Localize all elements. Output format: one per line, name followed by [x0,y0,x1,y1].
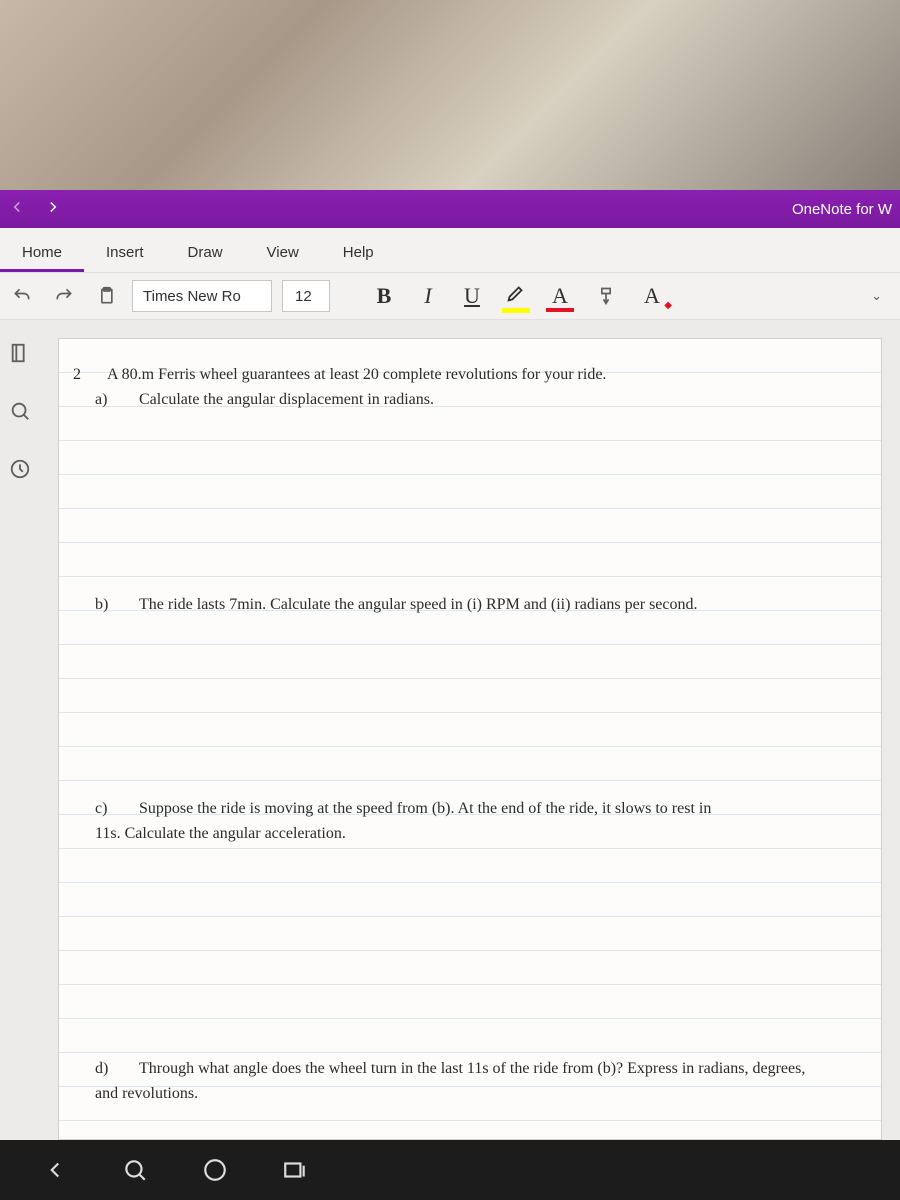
question-2c: c) Suppose the ride is moving at the spe… [95,797,851,847]
q2d-line1: Through what angle does the wheel turn i… [139,1057,805,1082]
bold-button[interactable]: B [370,283,398,309]
tab-help[interactable]: Help [321,234,396,272]
tab-home[interactable]: Home [0,234,84,272]
taskbar-search-icon[interactable] [120,1155,150,1185]
part-c-label: c) [95,797,119,822]
diamond-icon: ◆ [664,300,672,311]
cortana-icon[interactable] [200,1155,230,1185]
tab-view[interactable]: View [245,234,321,272]
taskview-icon[interactable] [280,1155,310,1185]
font-color-label: A [552,283,568,308]
font-name-select[interactable]: Times New Ro [132,280,272,312]
question-2d: d) Through what angle does the wheel tur… [95,1057,851,1107]
formatting-toolbar: Times New Ro 12 B I U A A ◆ ⌄ [0,272,900,320]
part-d-label: d) [95,1057,119,1082]
document-page[interactable]: 2 A 80.m Ferris wheel guarantees at leas… [58,338,882,1140]
format-painter-button[interactable] [590,280,622,312]
notebooks-icon[interactable] [7,340,33,366]
q2a-line2: Calculate the angular displacement in ra… [139,388,434,413]
question-2a: 2 A 80.m Ferris wheel guarantees at leas… [95,363,851,413]
italic-button[interactable]: I [414,283,442,309]
navigation-rail [0,320,40,1140]
back-nav-icon[interactable] [40,1155,70,1185]
search-icon[interactable] [7,398,33,424]
undo-button[interactable] [6,280,38,312]
question-2b: b) The ride lasts 7min. Calculate the an… [95,593,851,618]
q2b-text: The ride lasts 7min. Calculate the angul… [139,593,698,618]
clear-formatting-button[interactable]: A ◆ [638,283,666,309]
clipboard-button[interactable] [90,280,122,312]
question-number: 2 [73,363,81,388]
back-icon[interactable] [8,198,26,220]
title-bar: OneNote for W [0,190,900,228]
clear-format-label: A [644,283,660,308]
q2a-line1: A 80.m Ferris wheel guarantees at least … [107,363,606,388]
background-photo [0,0,900,190]
font-size-select[interactable]: 12 [282,280,330,312]
ribbon-tabs: Home Insert Draw View Help [0,228,900,272]
app-title: OneNote for W [792,201,892,218]
forward-icon[interactable] [44,198,62,220]
redo-button[interactable] [48,280,80,312]
q2c-line2: 11s. Calculate the angular acceleration. [95,822,851,847]
laptop-screen: OneNote for W Home Insert Draw View Help… [0,190,900,1200]
workspace: 2 A 80.m Ferris wheel guarantees at leas… [0,320,900,1140]
font-color-button[interactable]: A [546,283,574,309]
part-b-label: b) [95,593,119,618]
windows-taskbar [0,1140,900,1200]
underline-button[interactable]: U [458,283,486,309]
part-a-label: a) [95,388,119,413]
font-color-bar [546,308,574,312]
highlight-button[interactable] [502,282,530,310]
expand-toolbar-icon[interactable]: ⌄ [871,288,894,304]
q2d-line2: and revolutions. [95,1082,851,1107]
tab-insert[interactable]: Insert [84,234,166,272]
tab-draw[interactable]: Draw [166,234,245,272]
recent-icon[interactable] [7,456,33,482]
q2c-line1: Suppose the ride is moving at the speed … [139,797,711,822]
highlight-color-bar [502,308,530,313]
